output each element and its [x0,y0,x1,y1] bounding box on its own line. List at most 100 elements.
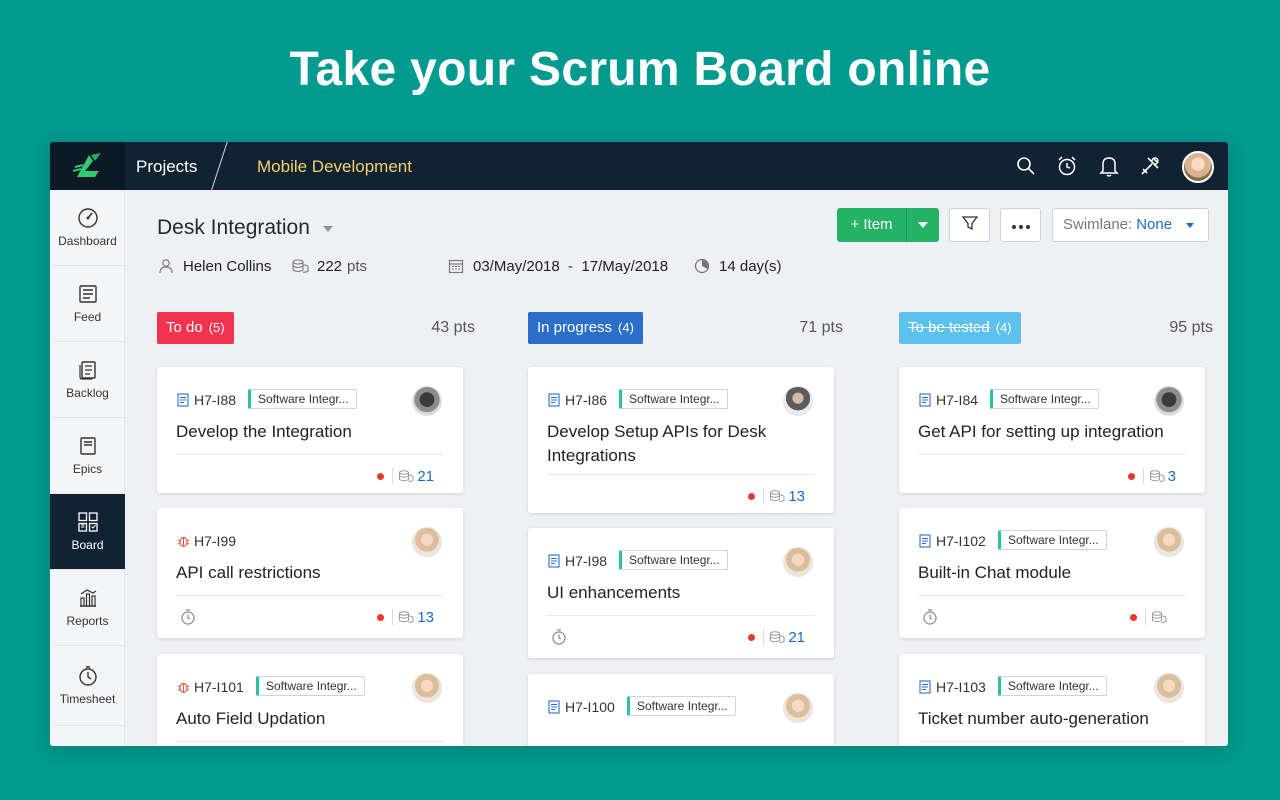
search-icon[interactable] [1014,154,1038,178]
epics-icon [77,435,99,457]
board-card[interactable]: H7-I98 Software Integr... UI enhancement… [528,528,834,658]
divider [1145,609,1146,625]
epic-tag[interactable]: Software Integr... [256,676,365,696]
projects-link[interactable]: Projects [136,142,197,190]
add-item-button[interactable]: + Item [837,208,939,242]
sidebar-item-board[interactable]: Board [50,494,125,570]
card-title: Ticket number auto-generation [918,709,1149,728]
sidebar-item-backlog[interactable]: Backlog [50,342,125,418]
sidebar-item-reports[interactable]: Reports [50,570,125,646]
add-item-label[interactable]: + Item [837,208,906,242]
assignee-avatar[interactable] [412,527,442,557]
story-points: 13 [417,608,434,626]
divider [392,468,394,484]
story-icon [918,680,932,694]
sidebar-item-dashboard[interactable]: Dashboard [50,190,125,266]
coins-icon [770,490,785,502]
epic-tag[interactable]: Software Integr... [619,550,728,570]
card-meta: 21 [748,627,805,647]
status-badge[interactable]: To be tested (4) [899,312,1021,344]
headline: Take your Scrum Board online [289,43,991,96]
assignee-avatar[interactable] [783,693,813,723]
story-icon [547,393,561,407]
assignee-avatar[interactable] [1154,673,1184,703]
sprint-owner: Helen Collins [157,256,271,276]
board-card[interactable]: H7-I100 Software Integr... [528,674,834,746]
column-header: In progress (4) 71 pts [528,312,843,344]
sidebar-item-label: Board [71,538,104,552]
column-points: 95 pts [1169,319,1213,336]
priority-dot [377,472,385,480]
card-id-text: H7-I86 [565,392,608,408]
more-button[interactable] [1000,208,1041,242]
assignee-avatar[interactable] [783,386,813,416]
card-title: API call restrictions [176,563,321,582]
card-meta: 21 [377,466,434,486]
swimlane-label: Swimlane: [1063,216,1133,233]
timer-icon[interactable] [922,608,938,626]
assignee-avatar[interactable] [783,547,813,577]
card-divider [176,454,444,455]
epic-tag[interactable]: Software Integr... [619,389,728,409]
card-id: H7-I103 [918,678,986,696]
divider [763,488,765,504]
status-badge[interactable]: In progress (4) [528,312,643,344]
assignee-avatar[interactable] [412,673,442,703]
sidebar-item-label: Backlog [66,386,109,400]
epic-tag[interactable]: Software Integr... [990,389,1099,409]
breadcrumb-project[interactable]: Mobile Development [257,142,412,190]
sidebar-item-epics[interactable]: Epics [50,418,125,494]
timer-icon[interactable] [551,628,567,646]
user-avatar[interactable] [1182,151,1214,183]
board-card[interactable]: H7-I103 Software Integr... Ticket number… [899,654,1205,746]
timer-icon[interactable] [180,608,196,626]
priority-dot [748,633,756,641]
card-divider [176,741,444,742]
zoho-sprints-logo[interactable] [50,142,125,190]
swimlane-select[interactable]: Swimlane: None [1052,208,1209,242]
epic-tag[interactable]: Software Integr... [627,696,736,716]
board-card[interactable]: H7-I86 Software Integr... Develop Setup … [528,367,834,513]
filter-button[interactable] [949,208,990,242]
assignee-avatar[interactable] [412,386,442,416]
sprint-title[interactable]: Desk Integration [157,216,310,240]
story-points: 3 [1167,467,1176,485]
column-count: (5) [208,320,225,335]
card-title: UI enhancements [547,583,681,602]
coins-icon [1152,611,1167,623]
tools-icon[interactable] [1138,154,1162,178]
coins-icon [399,611,414,623]
chevron-down-icon[interactable] [907,208,939,242]
coins-icon [770,631,785,643]
card-id-text: H7-I98 [565,553,608,569]
card-id-text: H7-I88 [194,392,237,408]
board-card[interactable]: H7-I99 API call restrictions 13 [157,508,463,638]
epic-tag[interactable]: Software Integr... [998,676,1107,696]
board-card[interactable]: H7-I88 Software Integr... Develop the In… [157,367,463,493]
chevron-down-icon[interactable] [323,226,333,232]
card-footer: 13 [176,607,444,627]
story-icon [176,393,190,407]
column-header: To do (5) 43 pts [157,312,475,344]
board-icon [77,511,99,533]
board-card[interactable]: H7-I84 Software Integr... Get API for se… [899,367,1205,493]
bell-icon[interactable] [1097,154,1121,178]
card-title: Built-in Chat module [918,563,1072,582]
card-footer: 21 [547,627,815,647]
board-card[interactable]: H7-I102 Software Integr... Built-in Chat… [899,508,1205,638]
story-icon [918,393,932,407]
assignee-avatar[interactable] [1154,527,1184,557]
card-id: H7-I100 [547,698,615,716]
sidebar-item-timesheet[interactable]: Timesheet [50,646,125,726]
card-id: H7-I101 [176,678,244,696]
board-card[interactable]: H7-I101 Software Integr... Auto Field Up… [157,654,463,746]
gauge-icon [77,207,99,229]
sidebar-item-feed[interactable]: Feed [50,266,125,342]
status-badge[interactable]: To do (5) [157,312,234,344]
assignee-avatar[interactable] [1154,386,1184,416]
epic-tag[interactable]: Software Integr... [248,389,357,409]
epic-tag[interactable]: Software Integr... [998,530,1107,550]
timer-icon[interactable] [1055,154,1079,178]
card-id-text: H7-I84 [936,392,979,408]
story-icon [547,554,561,568]
